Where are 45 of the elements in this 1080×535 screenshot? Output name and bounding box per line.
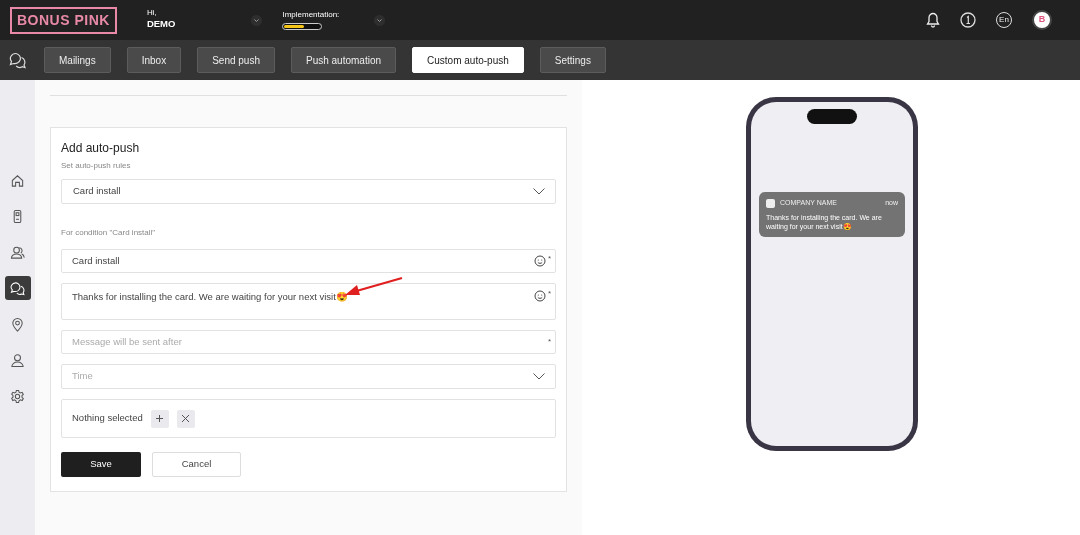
clear-button[interactable] (176, 409, 195, 428)
plus-icon (155, 414, 165, 423)
condition-note: For condition "Card install" (61, 227, 157, 239)
emoji-icon[interactable] (533, 255, 546, 267)
chevron-down-icon (533, 373, 545, 380)
tab[interactable]: Mailings (44, 47, 111, 73)
tab[interactable]: Custom auto-push (412, 47, 524, 73)
tab[interactable]: Settings (539, 47, 606, 73)
logo: BONUS PINK (10, 6, 117, 34)
input-field[interactable]: Card install * (61, 249, 556, 273)
app-icon (766, 198, 775, 208)
chat-icon (10, 280, 25, 296)
condition-select[interactable]: Card install (61, 179, 556, 204)
user-icon (10, 352, 25, 368)
camera-notch (807, 109, 857, 124)
chat-icon[interactable] (9, 51, 27, 69)
save-button[interactable]: Save (61, 452, 141, 477)
tab[interactable]: Push automation (291, 47, 397, 73)
bell-icon[interactable] (926, 12, 940, 28)
input-field[interactable]: Message will be sent after * (61, 330, 556, 354)
chevron-down-icon (533, 188, 545, 195)
progress-bar (282, 22, 323, 30)
greeting: Hi, (146, 8, 158, 17)
tab[interactable]: Inbox (126, 47, 182, 73)
required-mark: * (547, 338, 551, 346)
cancel-button[interactable]: Cancel (152, 452, 241, 477)
settings-icon (10, 388, 25, 404)
emoji-icon[interactable] (533, 290, 546, 302)
users-icon (10, 244, 25, 260)
close-icon (181, 414, 191, 423)
form-title: Add auto-push (61, 140, 141, 157)
required-mark: * (547, 255, 551, 263)
sidebar-item[interactable] (4, 276, 31, 300)
required-mark: * (547, 290, 551, 298)
selection-text: Nothing selected (72, 411, 143, 426)
user-name: DEMO (146, 16, 176, 31)
implementation-label: Implementation: (282, 10, 340, 19)
input-field[interactable]: Thanks for installing the card. We are waiting for your next visit😍 * (61, 283, 556, 320)
home-icon (10, 172, 25, 188)
form-subtitle: Set auto-push rules (61, 160, 132, 172)
location-pin-icon (10, 316, 25, 332)
avatar[interactable]: B (1032, 10, 1052, 30)
tab[interactable]: Send push (197, 47, 275, 73)
info-icon[interactable] (960, 12, 976, 28)
add-button[interactable] (150, 409, 169, 428)
